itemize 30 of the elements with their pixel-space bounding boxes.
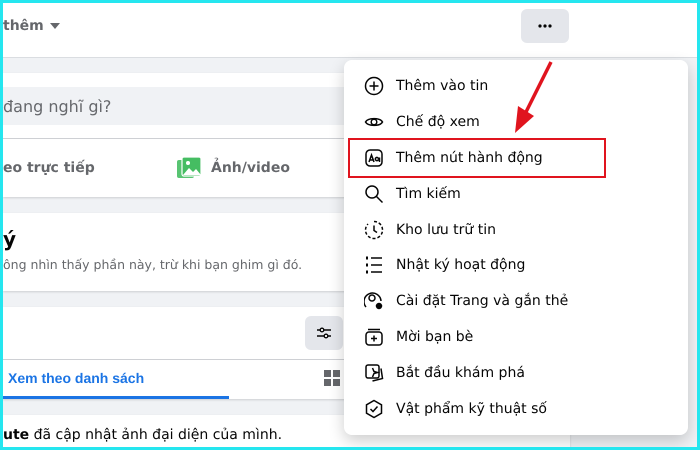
- pinned-title: ý: [3, 227, 16, 251]
- menu-item[interactable]: Mời bạn bè: [350, 319, 682, 356]
- menu-item[interactable]: Kho lưu trữ tin: [350, 212, 682, 248]
- post-text: ute đã cập nhật ảnh đại diện của mình.: [3, 427, 284, 443]
- clock-icon: [364, 220, 384, 240]
- text-box-icon: [364, 148, 384, 168]
- photo-video-button[interactable]: Ảnh/video: [177, 157, 290, 179]
- list-icon: [364, 255, 384, 276]
- add-card-icon: [364, 327, 384, 348]
- pinned-description: ông nhìn thấy phần này, trừ khi bạn ghim gì đó.: [3, 257, 302, 272]
- caret-icon: [50, 23, 60, 29]
- menu-item[interactable]: Vật phẩm kỹ thuật số: [350, 391, 682, 428]
- search-icon: [364, 184, 384, 204]
- list-view-tab[interactable]: Xem theo danh sách: [3, 360, 229, 399]
- menu-item[interactable]: Thêm nút hành động: [350, 140, 604, 176]
- sliders-icon: [317, 327, 331, 339]
- menu-item[interactable]: Cài đặt Trang và gắn thẻ: [350, 283, 682, 320]
- grid-icon: [324, 370, 340, 386]
- menu-item[interactable]: Nhật ký hoạt động: [350, 248, 682, 284]
- photo-icon: [177, 157, 201, 179]
- user-settings-icon: [364, 291, 384, 312]
- more-icon: [538, 24, 552, 28]
- menu-item[interactable]: Bắt đầu khám phá: [350, 355, 682, 392]
- check-badge-icon: [364, 399, 384, 420]
- menu-item[interactable]: Tìm kiếm: [350, 176, 682, 212]
- plus-circle-icon: [364, 76, 384, 96]
- sparkle-card-icon: [364, 363, 384, 384]
- filter-button[interactable]: [305, 316, 343, 350]
- more-tab-label[interactable]: thêm: [3, 18, 44, 34]
- live-video-button[interactable]: eo trực tiếp: [3, 160, 95, 176]
